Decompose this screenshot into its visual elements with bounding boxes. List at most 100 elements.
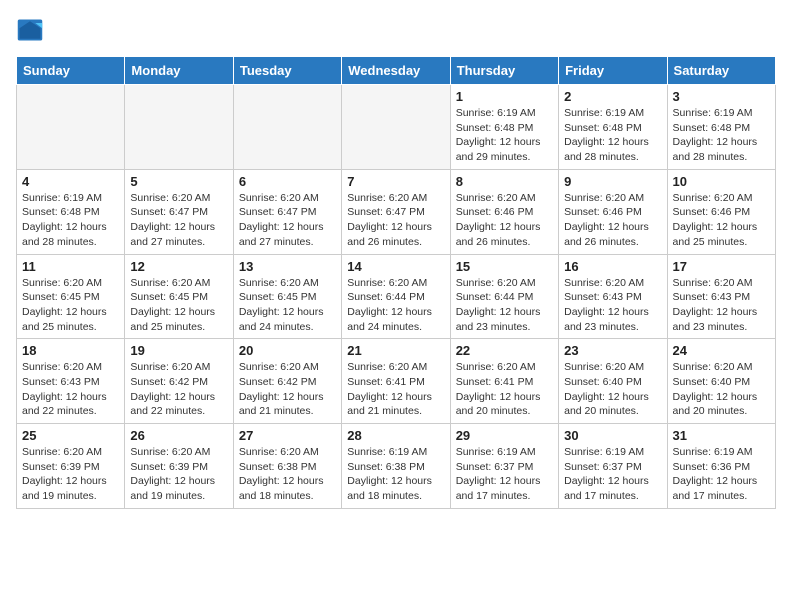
day-number: 25	[22, 428, 119, 443]
calendar-cell	[125, 85, 233, 170]
calendar-week-row: 1Sunrise: 6:19 AM Sunset: 6:48 PM Daylig…	[17, 85, 776, 170]
day-number: 31	[673, 428, 770, 443]
calendar-cell: 22 Sunrise: 6:20 AM Sunset: 6:41 PM Dayli…	[450, 339, 558, 424]
calendar-cell: 9 Sunrise: 6:20 AM Sunset: 6:46 PM Daylig…	[559, 169, 667, 254]
day-number: 21	[347, 343, 444, 358]
day-info: Sunrise: 6:20 AM Sunset: 6:44 PM Dayligh…	[456, 276, 553, 335]
calendar-cell: 6 Sunrise: 6:20 AM Sunset: 6:47 PM Daylig…	[233, 169, 341, 254]
calendar-cell: 27 Sunrise: 6:20 AM Sunset: 6:38 PM Dayli…	[233, 424, 341, 509]
day-info: Sunrise: 6:20 AM Sunset: 6:41 PM Dayligh…	[456, 360, 553, 419]
calendar-cell: 23 Sunrise: 6:20 AM Sunset: 6:40 PM Dayli…	[559, 339, 667, 424]
day-number: 11	[22, 259, 119, 274]
calendar-cell: 19Sunrise: 6:20 AM Sunset: 6:42 PM Dayli…	[125, 339, 233, 424]
calendar-week-row: 25 Sunrise: 6:20 AM Sunset: 6:39 PM Dayli…	[17, 424, 776, 509]
day-number: 16	[564, 259, 661, 274]
calendar-cell: 13 Sunrise: 6:20 AM Sunset: 6:45 PM Dayli…	[233, 254, 341, 339]
day-info: Sunrise: 6:19 AM Sunset: 6:48 PM Dayligh…	[22, 191, 119, 250]
day-number: 8	[456, 174, 553, 189]
day-info: Sunrise: 6:20 AM Sunset: 6:43 PM Dayligh…	[22, 360, 119, 419]
calendar-header-row: SundayMondayTuesdayWednesdayThursdayFrid…	[17, 57, 776, 85]
day-info: Sunrise: 6:20 AM Sunset: 6:46 PM Dayligh…	[456, 191, 553, 250]
day-info: Sunrise: 6:20 AM Sunset: 6:40 PM Dayligh…	[673, 360, 770, 419]
day-info: Sunrise: 6:20 AM Sunset: 6:42 PM Dayligh…	[130, 360, 227, 419]
day-number: 29	[456, 428, 553, 443]
day-info: Sunrise: 6:20 AM Sunset: 6:45 PM Dayligh…	[130, 276, 227, 335]
day-info: Sunrise: 6:20 AM Sunset: 6:40 PM Dayligh…	[564, 360, 661, 419]
day-number: 7	[347, 174, 444, 189]
header-wednesday: Wednesday	[342, 57, 450, 85]
day-info: Sunrise: 6:20 AM Sunset: 6:44 PM Dayligh…	[347, 276, 444, 335]
day-info: Sunrise: 6:20 AM Sunset: 6:47 PM Dayligh…	[239, 191, 336, 250]
day-info: Sunrise: 6:20 AM Sunset: 6:46 PM Dayligh…	[564, 191, 661, 250]
day-number: 5	[130, 174, 227, 189]
day-number: 6	[239, 174, 336, 189]
day-number: 15	[456, 259, 553, 274]
calendar-cell: 17Sunrise: 6:20 AM Sunset: 6:43 PM Dayli…	[667, 254, 775, 339]
day-info: Sunrise: 6:20 AM Sunset: 6:41 PM Dayligh…	[347, 360, 444, 419]
day-info: Sunrise: 6:19 AM Sunset: 6:37 PM Dayligh…	[564, 445, 661, 504]
day-info: Sunrise: 6:20 AM Sunset: 6:45 PM Dayligh…	[22, 276, 119, 335]
day-info: Sunrise: 6:19 AM Sunset: 6:48 PM Dayligh…	[673, 106, 770, 165]
calendar-cell: 24Sunrise: 6:20 AM Sunset: 6:40 PM Dayli…	[667, 339, 775, 424]
calendar-cell: 31Sunrise: 6:19 AM Sunset: 6:36 PM Dayli…	[667, 424, 775, 509]
calendar-cell: 25 Sunrise: 6:20 AM Sunset: 6:39 PM Dayli…	[17, 424, 125, 509]
day-info: Sunrise: 6:20 AM Sunset: 6:38 PM Dayligh…	[239, 445, 336, 504]
calendar-cell: 4 Sunrise: 6:19 AM Sunset: 6:48 PM Daylig…	[17, 169, 125, 254]
calendar-cell: 30 Sunrise: 6:19 AM Sunset: 6:37 PM Dayli…	[559, 424, 667, 509]
day-info: Sunrise: 6:20 AM Sunset: 6:47 PM Dayligh…	[130, 191, 227, 250]
day-info: Sunrise: 6:20 AM Sunset: 6:47 PM Dayligh…	[347, 191, 444, 250]
day-number: 22	[456, 343, 553, 358]
day-info: Sunrise: 6:20 AM Sunset: 6:42 PM Dayligh…	[239, 360, 336, 419]
day-number: 13	[239, 259, 336, 274]
day-number: 14	[347, 259, 444, 274]
day-info: Sunrise: 6:20 AM Sunset: 6:39 PM Dayligh…	[22, 445, 119, 504]
logo-icon	[16, 16, 44, 44]
calendar-cell: 10 Sunrise: 6:20 AM Sunset: 6:46 PM Dayli…	[667, 169, 775, 254]
day-info: Sunrise: 6:20 AM Sunset: 6:43 PM Dayligh…	[564, 276, 661, 335]
day-number: 4	[22, 174, 119, 189]
page-header	[16, 16, 776, 44]
day-number: 27	[239, 428, 336, 443]
day-info: Sunrise: 6:20 AM Sunset: 6:45 PM Dayligh…	[239, 276, 336, 335]
calendar-week-row: 11 Sunrise: 6:20 AM Sunset: 6:45 PM Dayli…	[17, 254, 776, 339]
calendar-cell: 18 Sunrise: 6:20 AM Sunset: 6:43 PM Dayli…	[17, 339, 125, 424]
calendar-cell: 14 Sunrise: 6:20 AM Sunset: 6:44 PM Dayli…	[342, 254, 450, 339]
day-number: 20	[239, 343, 336, 358]
calendar-cell	[342, 85, 450, 170]
calendar-cell: 12 Sunrise: 6:20 AM Sunset: 6:45 PM Dayli…	[125, 254, 233, 339]
calendar-cell: 26 Sunrise: 6:20 AM Sunset: 6:39 PM Dayli…	[125, 424, 233, 509]
day-number: 10	[673, 174, 770, 189]
day-number: 17	[673, 259, 770, 274]
header-sunday: Sunday	[17, 57, 125, 85]
day-number: 28	[347, 428, 444, 443]
calendar-cell: 2 Sunrise: 6:19 AM Sunset: 6:48 PM Daylig…	[559, 85, 667, 170]
day-number: 2	[564, 89, 661, 104]
day-number: 30	[564, 428, 661, 443]
header-tuesday: Tuesday	[233, 57, 341, 85]
day-info: Sunrise: 6:19 AM Sunset: 6:48 PM Dayligh…	[564, 106, 661, 165]
day-number: 9	[564, 174, 661, 189]
calendar-week-row: 4 Sunrise: 6:19 AM Sunset: 6:48 PM Daylig…	[17, 169, 776, 254]
calendar-table: SundayMondayTuesdayWednesdayThursdayFrid…	[16, 56, 776, 509]
logo	[16, 16, 48, 44]
day-info: Sunrise: 6:19 AM Sunset: 6:37 PM Dayligh…	[456, 445, 553, 504]
calendar-cell: 5 Sunrise: 6:20 AM Sunset: 6:47 PM Daylig…	[125, 169, 233, 254]
day-number: 26	[130, 428, 227, 443]
calendar-cell: 21 Sunrise: 6:20 AM Sunset: 6:41 PM Dayli…	[342, 339, 450, 424]
day-number: 12	[130, 259, 227, 274]
calendar-cell: 7 Sunrise: 6:20 AM Sunset: 6:47 PM Daylig…	[342, 169, 450, 254]
day-info: Sunrise: 6:20 AM Sunset: 6:46 PM Dayligh…	[673, 191, 770, 250]
day-info: Sunrise: 6:19 AM Sunset: 6:38 PM Dayligh…	[347, 445, 444, 504]
header-thursday: Thursday	[450, 57, 558, 85]
calendar-cell: 20 Sunrise: 6:20 AM Sunset: 6:42 PM Dayli…	[233, 339, 341, 424]
day-info: Sunrise: 6:19 AM Sunset: 6:48 PM Dayligh…	[456, 106, 553, 165]
calendar-cell: 16 Sunrise: 6:20 AM Sunset: 6:43 PM Dayli…	[559, 254, 667, 339]
header-friday: Friday	[559, 57, 667, 85]
calendar-cell: 11 Sunrise: 6:20 AM Sunset: 6:45 PM Dayli…	[17, 254, 125, 339]
day-number: 23	[564, 343, 661, 358]
day-number: 18	[22, 343, 119, 358]
day-info: Sunrise: 6:20 AM Sunset: 6:39 PM Dayligh…	[130, 445, 227, 504]
calendar-cell: 29 Sunrise: 6:19 AM Sunset: 6:37 PM Dayli…	[450, 424, 558, 509]
calendar-cell: 8 Sunrise: 6:20 AM Sunset: 6:46 PM Daylig…	[450, 169, 558, 254]
calendar-cell: 1Sunrise: 6:19 AM Sunset: 6:48 PM Daylig…	[450, 85, 558, 170]
